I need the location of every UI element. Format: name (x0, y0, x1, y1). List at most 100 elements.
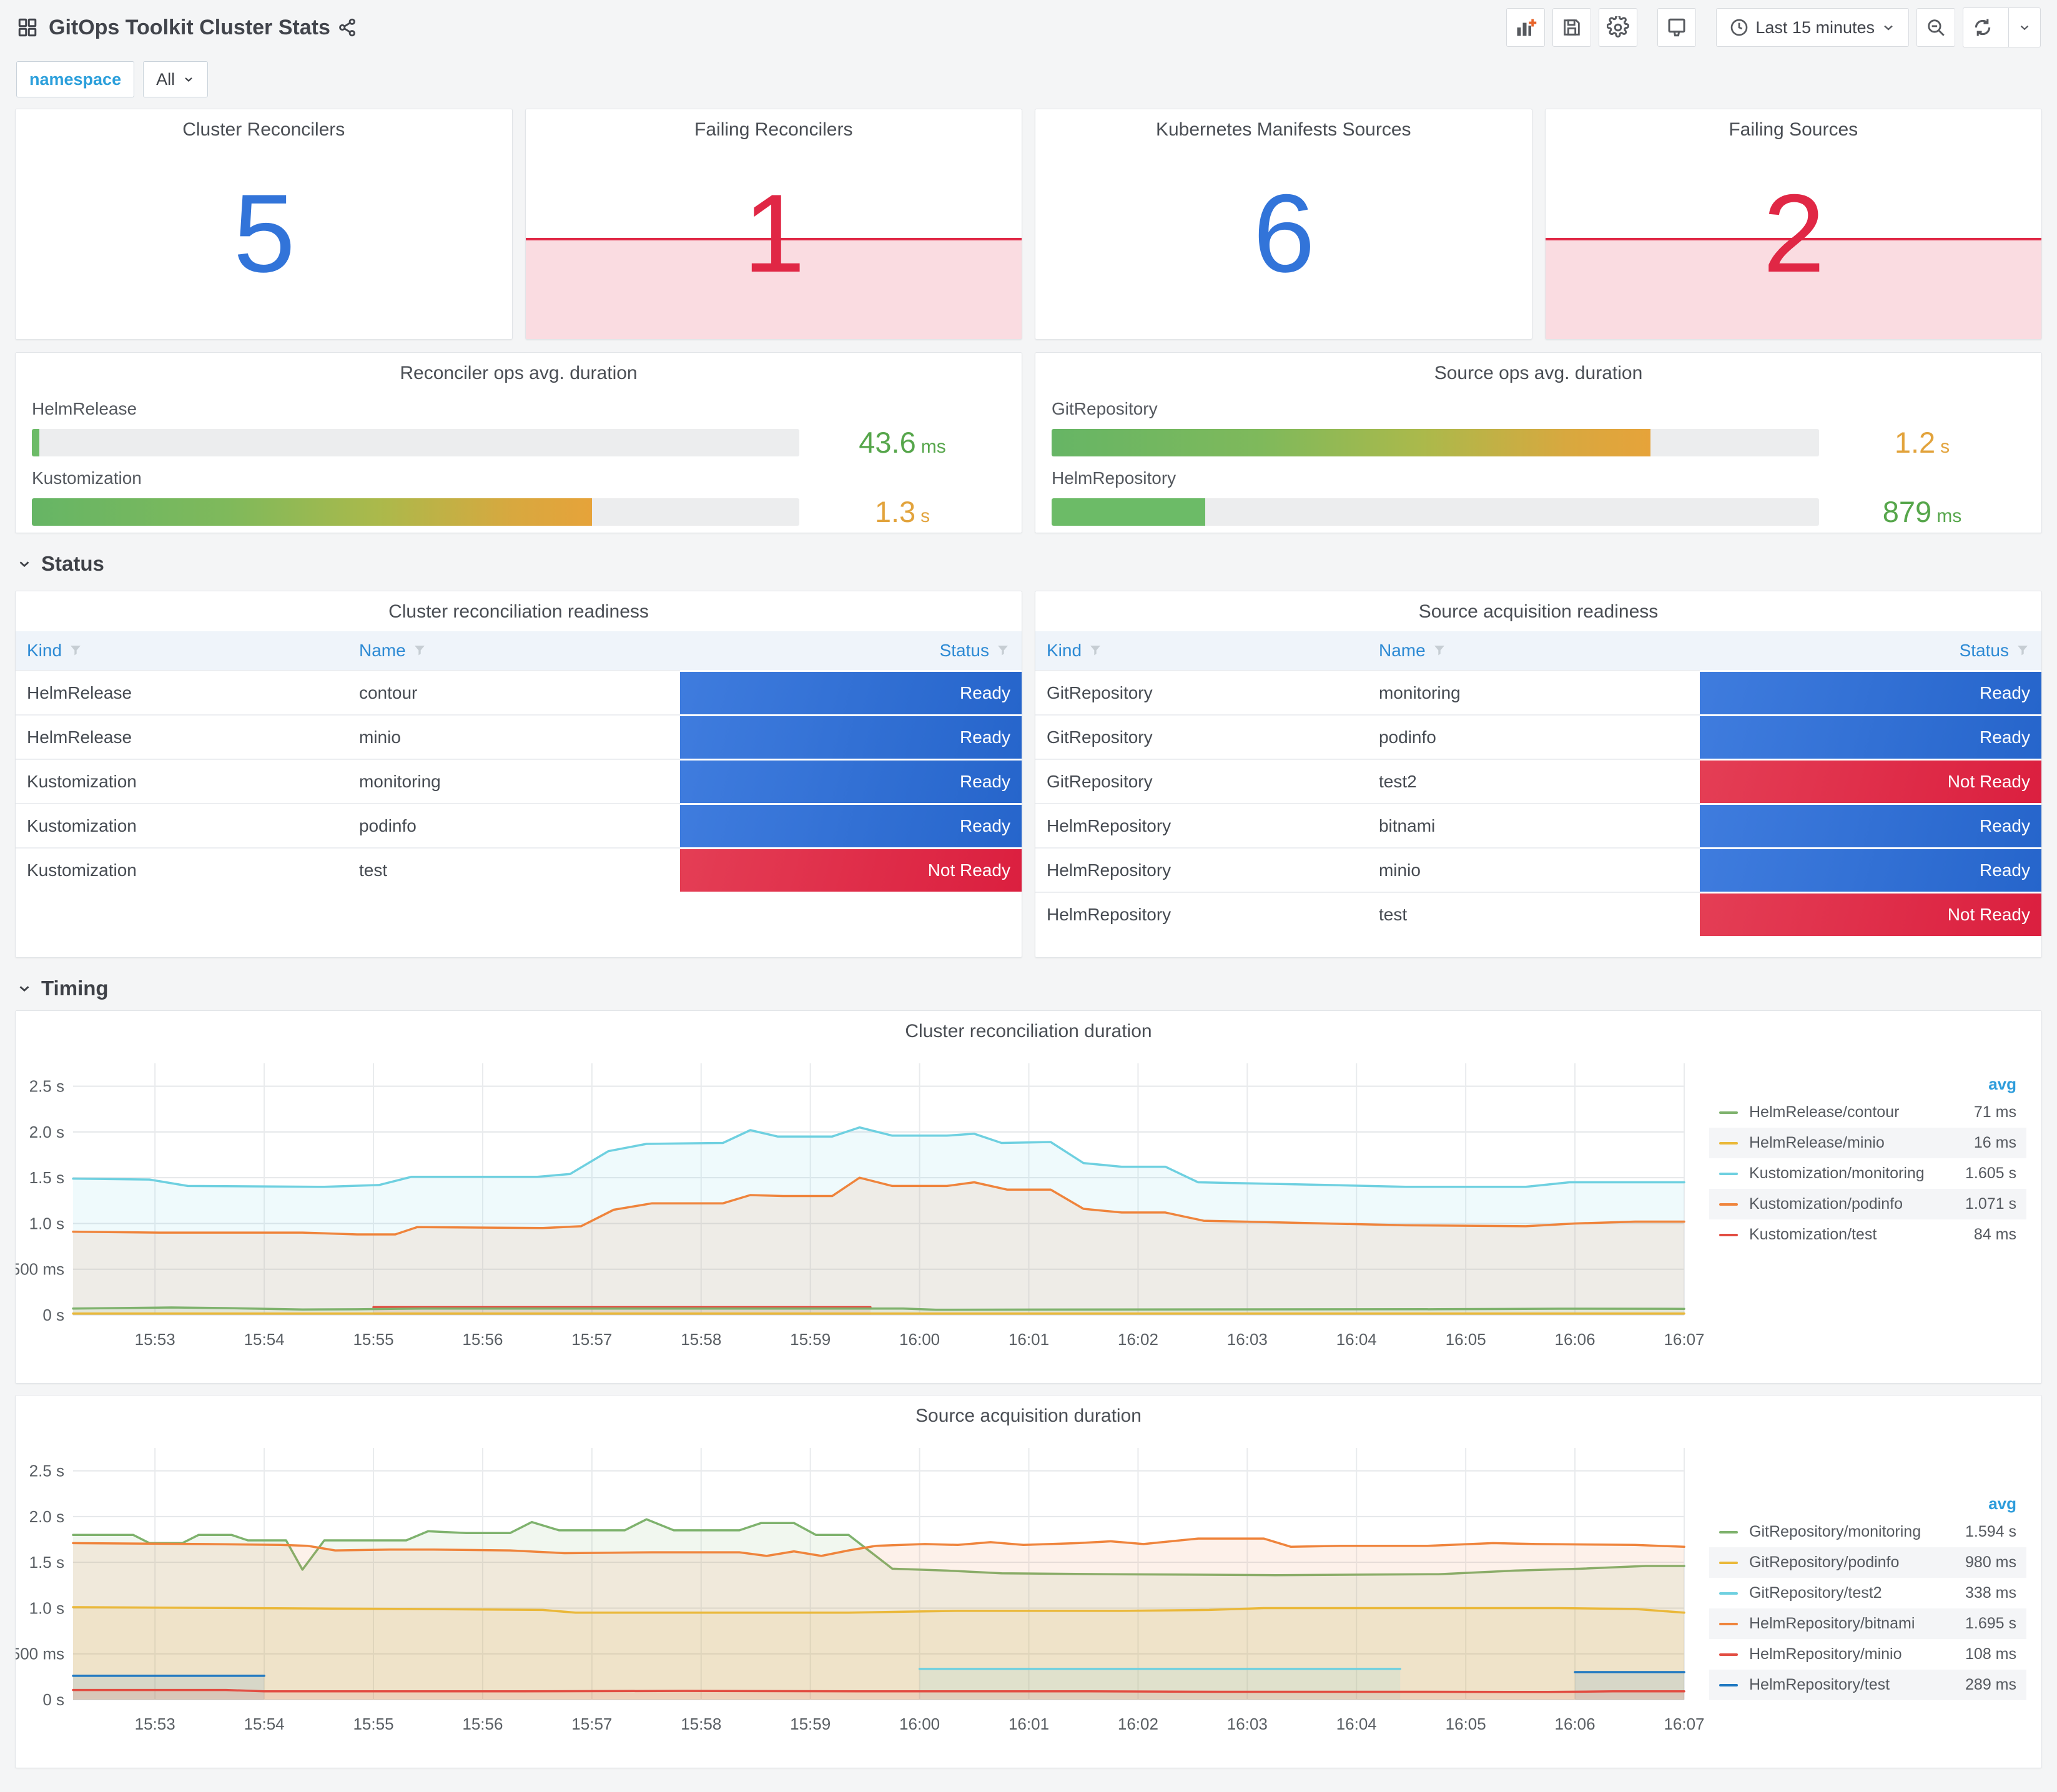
status-badge: Ready (1699, 714, 2041, 759)
gauge-value-number: 1.2 (1894, 426, 1936, 459)
column-header-kind[interactable]: Kind (16, 641, 348, 661)
panel-title[interactable]: Cluster Reconcilers (16, 109, 512, 140)
svg-text:16:01: 16:01 (1009, 1330, 1049, 1349)
gauge-line: 879 ms (1052, 495, 2025, 529)
panel-title[interactable]: Cluster reconciliation duration (16, 1011, 2041, 1042)
cell-kind: Kustomization (16, 803, 348, 847)
legend-series-swatch (1719, 1111, 1738, 1114)
column-header-label: Kind (27, 641, 62, 660)
legend-item[interactable]: HelmRelease/minio 16 ms (1709, 1128, 2026, 1158)
cell-kind: HelmRepository (1035, 803, 1368, 847)
panel-title[interactable]: Kubernetes Manifests Sources (1035, 109, 1532, 140)
column-header-name[interactable]: Name (348, 641, 680, 661)
gauge-value-number: 879 (1882, 495, 1932, 528)
refresh-button-group (1963, 7, 2041, 47)
refresh-interval-button[interactable] (2008, 8, 2040, 47)
column-header-status[interactable]: Status (1700, 641, 2041, 661)
status-badge: Ready (679, 714, 1022, 759)
legend-series-name: Kustomization/test (1749, 1226, 1877, 1243)
gauge-label: HelmRelease (32, 399, 137, 418)
panel-title[interactable]: Source ops avg. duration (1035, 353, 2041, 384)
chart-plot-area[interactable]: 0 s 500 ms 1.0 s 1.5 s 2.0 s 2.5 s 15:53 15:54 1… (16, 1423, 1714, 1765)
legend-series-avg: 1.695 s (1965, 1615, 2016, 1632)
panel-title[interactable]: Failing Sources (1546, 109, 2042, 140)
legend-avg-header[interactable]: avg (1709, 1071, 2026, 1097)
save-dashboard-button[interactable] (1552, 8, 1592, 47)
add-panel-button[interactable] (1506, 8, 1546, 47)
legend-series-swatch (1719, 1683, 1738, 1686)
svg-text:0 s: 0 s (42, 1690, 64, 1709)
svg-text:15:53: 15:53 (135, 1715, 175, 1733)
panel-title[interactable]: Source acquisition duration (16, 1396, 2041, 1427)
svg-text:16:02: 16:02 (1118, 1330, 1158, 1349)
legend-item[interactable]: Kustomization/monitoring 1.605 s (1709, 1158, 2026, 1189)
status-badge: Ready (679, 759, 1022, 803)
table-row: HelmRepository minio Ready (1035, 847, 2041, 892)
dashboard-toolbar: Last 15 minutes (1506, 7, 2041, 47)
legend-series-name: GitRepository/podinfo (1749, 1553, 1900, 1571)
table-row: HelmRepository test Not Ready (1035, 892, 2041, 936)
chart-plot-area[interactable]: 0 s 500 ms 1.0 s 1.5 s 2.0 s 2.5 s 15:53 15:54 1… (16, 1038, 1714, 1381)
svg-text:16:03: 16:03 (1227, 1330, 1268, 1349)
legend-item[interactable]: HelmRepository/test 289 ms (1709, 1670, 2026, 1700)
section-status[interactable]: Status (0, 533, 2057, 586)
panel-title[interactable]: Failing Reconcilers (526, 109, 1022, 140)
cell-name: test (347, 847, 680, 892)
gauge-value-unit: s (1940, 436, 1950, 457)
svg-text:1.0 s: 1.0 s (29, 1214, 64, 1233)
gauge-fill-bar (1052, 428, 1650, 456)
svg-text:16:01: 16:01 (1009, 1715, 1049, 1733)
svg-text:2.0 s: 2.0 s (29, 1123, 64, 1141)
gauge-label: Kustomization (32, 468, 142, 488)
legend-series-name: GitRepository/test2 (1749, 1584, 1882, 1602)
refresh-button[interactable] (1963, 8, 2002, 47)
legend-item[interactable]: HelmRepository/minio 108 ms (1709, 1639, 2026, 1670)
gauge-track (32, 428, 799, 456)
legend-series-swatch (1719, 1592, 1738, 1595)
column-header-name[interactable]: Name (1368, 641, 1700, 661)
status-badge: Ready (679, 803, 1022, 847)
svg-text:2.5 s: 2.5 s (29, 1462, 64, 1480)
variable-namespace-label[interactable]: namespace (16, 61, 135, 97)
legend-item[interactable]: GitRepository/podinfo 980 ms (1709, 1547, 2026, 1578)
legend-series-name: HelmRepository/test (1749, 1676, 1890, 1693)
panel-title[interactable]: Cluster reconciliation readiness (16, 591, 1022, 623)
legend-item[interactable]: HelmRepository/bitnami 1.695 s (1709, 1608, 2026, 1639)
legend-item[interactable]: GitRepository/monitoring 1.594 s (1709, 1517, 2026, 1547)
status-badge: Ready (1699, 803, 2041, 847)
gauge-panel: Source ops avg. duration GitRepository 1.2… (1035, 352, 2042, 533)
column-header-status[interactable]: Status (680, 641, 1022, 661)
legend-series-name: HelmRepository/minio (1749, 1645, 1902, 1663)
zoom-out-button[interactable] (1916, 8, 1955, 47)
panel-title[interactable]: Source acquisition readiness (1035, 591, 2041, 623)
variables-row: namespace All (0, 50, 2057, 104)
gauge-panel: Reconciler ops avg. duration HelmRelease 4… (15, 352, 1022, 533)
dashboard-settings-button[interactable] (1599, 8, 1638, 47)
legend-avg-header[interactable]: avg (1709, 1490, 2026, 1517)
svg-text:15:58: 15:58 (681, 1330, 721, 1349)
svg-text:15:59: 15:59 (790, 1330, 831, 1349)
section-timing[interactable]: Timing (0, 958, 2057, 1010)
svg-text:15:55: 15:55 (353, 1715, 393, 1733)
share-icon[interactable] (337, 17, 358, 38)
page-title: GitOps Toolkit Cluster Stats (49, 15, 330, 39)
cell-name: podinfo (347, 803, 680, 847)
column-header-kind[interactable]: Kind (1035, 641, 1368, 661)
readiness-table: Kind Name Status HelmRelease contour Ready Hel… (16, 631, 1022, 892)
legend-item[interactable]: Kustomization/test 84 ms (1709, 1219, 2026, 1250)
variable-namespace-value[interactable]: All (143, 61, 209, 97)
legend-item[interactable]: HelmRelease/contour 71 ms (1709, 1097, 2026, 1128)
filter-funnel-icon (1434, 646, 1444, 656)
cell-name: test (1367, 892, 1700, 936)
legend-series-avg: 289 ms (1965, 1676, 2016, 1693)
time-range-picker[interactable]: Last 15 minutes (1716, 8, 1909, 47)
legend-item[interactable]: Kustomization/podinfo 1.071 s (1709, 1189, 2026, 1219)
cycle-view-button[interactable] (1657, 8, 1697, 47)
cell-kind: GitRepository (1035, 714, 1368, 759)
svg-text:15:58: 15:58 (681, 1715, 721, 1733)
clock-icon (1731, 19, 1748, 36)
gauge-row: Kustomization 1.3 s (32, 468, 1005, 529)
legend-item[interactable]: GitRepository/test2 338 ms (1709, 1578, 2026, 1608)
dashboard-grid-icon[interactable] (16, 16, 39, 39)
panel-title[interactable]: Reconciler ops avg. duration (16, 353, 1022, 384)
